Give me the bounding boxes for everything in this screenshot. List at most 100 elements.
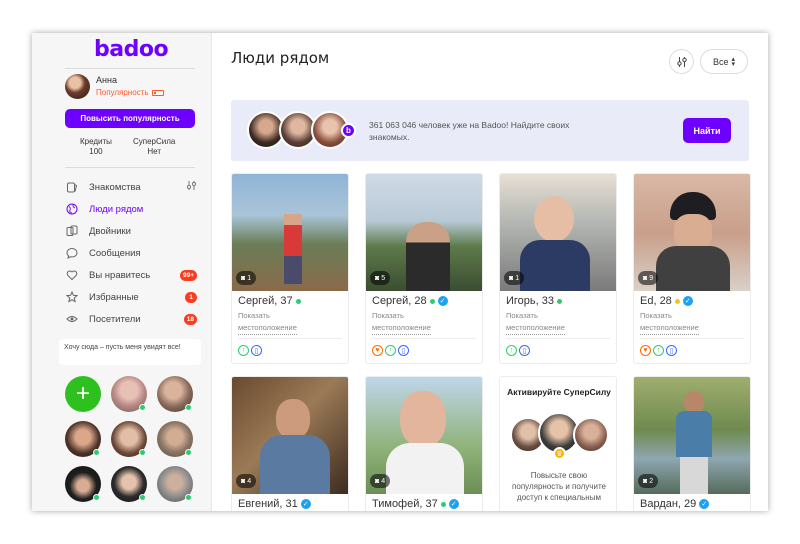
popularity-label: Популярность bbox=[96, 88, 149, 97]
sidebar-item-liked-you[interactable]: Вы нравитесь 99+ bbox=[65, 267, 197, 283]
divider bbox=[65, 68, 195, 69]
filter-sliders-icon bbox=[676, 56, 687, 67]
card-badges: ♥ ↑ ▯ bbox=[372, 345, 409, 356]
photo-count: ◙ 1 bbox=[236, 271, 257, 285]
badoo-logo[interactable]: badoo bbox=[94, 37, 169, 62]
card-name-text: Сергей, 37 bbox=[238, 295, 293, 307]
filter-sliders-icon[interactable] bbox=[186, 180, 197, 194]
location-label: местоположение bbox=[372, 322, 431, 335]
profile-card[interactable]: ◙ 1 Сергей, 37 Показать местоположение ↑ ▯ bbox=[231, 173, 349, 364]
avatar[interactable] bbox=[111, 466, 147, 502]
card-name[interactable]: Игорь, 33 bbox=[506, 295, 562, 307]
card-name[interactable]: Вардан, 29 ✓ bbox=[640, 498, 710, 510]
person-legs bbox=[680, 457, 708, 494]
boost-popularity-button[interactable]: Повысить популярность bbox=[65, 109, 195, 128]
add-myself-button[interactable]: + bbox=[65, 376, 101, 412]
location-label: местоположение bbox=[238, 322, 297, 335]
card-name[interactable]: Евгений, 31 ✓ bbox=[238, 498, 311, 510]
want-here-prompt[interactable]: Хочу сюда – пусть меня увидят все! bbox=[59, 339, 201, 365]
avatar[interactable] bbox=[157, 376, 193, 412]
sidebar-item-lookalikes[interactable]: Двойники bbox=[65, 223, 197, 239]
visitors-count-badge: 18 bbox=[183, 313, 197, 325]
location-label: местоположение bbox=[640, 322, 699, 335]
divider bbox=[640, 338, 744, 339]
filter-button[interactable] bbox=[669, 49, 694, 74]
card-name-text: Тимофей, 37 bbox=[372, 498, 438, 510]
heart-icon bbox=[65, 268, 79, 282]
photo-count: ◙ 4 bbox=[370, 474, 391, 488]
superpower-promo-card[interactable]: Активируйте СуперСилу ♛ Повысьте свою по… bbox=[499, 376, 617, 511]
profile-card[interactable]: ◙ 4 Тимофей, 37 ✓ bbox=[365, 376, 483, 511]
avatar[interactable] bbox=[111, 421, 147, 457]
profile-name[interactable]: Анна bbox=[96, 75, 117, 85]
profile-card[interactable]: ◙ 4 Евгений, 31 ✓ bbox=[231, 376, 349, 511]
card-name-text: Сергей, 28 bbox=[372, 295, 427, 307]
credits-label: Кредиты bbox=[80, 137, 112, 146]
divider bbox=[65, 167, 195, 168]
star-icon bbox=[65, 290, 79, 304]
person-face bbox=[674, 214, 712, 250]
profile-card[interactable]: ◙ 5 Сергей, 28 ✓ Показать местоположение ♥ … bbox=[365, 173, 483, 364]
sidebar-item-messages[interactable]: Сообщения bbox=[65, 245, 197, 261]
arrow-up-icon: ↑ bbox=[385, 345, 396, 356]
double-frame-icon bbox=[65, 224, 79, 238]
avatar[interactable] bbox=[65, 466, 101, 502]
location-link[interactable]: Показать местоположение bbox=[506, 310, 565, 335]
superpower-title: Активируйте СуперСилу bbox=[507, 387, 611, 397]
credits-value: 100 bbox=[89, 147, 103, 156]
location-link[interactable]: Показать местоположение bbox=[238, 310, 297, 335]
card-name[interactable]: Тимофей, 37 ✓ bbox=[372, 498, 459, 510]
filter-select[interactable]: Все ▴ ▾ bbox=[700, 49, 748, 74]
location-label: местоположение bbox=[506, 322, 565, 335]
profile-card[interactable]: ◙ 1 Игорь, 33 Показать местоположение ↑ ▯ bbox=[499, 173, 617, 364]
find-button[interactable]: Найти bbox=[683, 118, 731, 143]
online-indicator bbox=[139, 404, 146, 411]
card-name[interactable]: Сергей, 28 ✓ bbox=[372, 295, 448, 307]
divider bbox=[238, 338, 342, 339]
credits-stat[interactable]: Кредиты 100 bbox=[80, 137, 112, 157]
chat-bubble-icon bbox=[65, 246, 79, 260]
popularity-indicator[interactable]: Популярность bbox=[96, 88, 164, 97]
plus-icon: + bbox=[75, 380, 90, 407]
online-indicator bbox=[139, 494, 146, 501]
person-figure bbox=[284, 214, 302, 284]
sidebar-item-favorites[interactable]: Избранные 1 bbox=[65, 289, 197, 305]
person-face bbox=[534, 196, 574, 242]
superpower-label: СуперСила bbox=[133, 137, 176, 146]
avatar[interactable] bbox=[111, 376, 147, 412]
sidebar-item-encounters[interactable]: Знакомства bbox=[65, 179, 197, 195]
liked-count-badge: 99+ bbox=[179, 269, 197, 281]
profile-card[interactable]: ◙ 9 Ed, 28 ✓ Показать местоположение ♥ ↑ ▯ bbox=[633, 173, 751, 364]
photo-count-value: 4 bbox=[381, 477, 386, 485]
person-body bbox=[386, 443, 464, 494]
show-label: Показать bbox=[506, 311, 538, 320]
card-name-text: Игорь, 33 bbox=[506, 295, 554, 307]
person-body bbox=[656, 246, 730, 291]
avatar[interactable] bbox=[157, 421, 193, 457]
arrow-up-icon: ↑ bbox=[238, 345, 249, 356]
online-indicator bbox=[557, 298, 562, 304]
card-name[interactable]: Ed, 28 ✓ bbox=[640, 295, 693, 307]
avatar[interactable] bbox=[65, 421, 101, 457]
photo-count: ◙ 4 bbox=[236, 474, 257, 488]
location-link[interactable]: Показать местоположение bbox=[372, 310, 431, 335]
avatar[interactable] bbox=[157, 466, 193, 502]
superpower-stat[interactable]: СуперСила Нет bbox=[133, 137, 175, 157]
sidebar-item-visitors[interactable]: Посетители 18 bbox=[65, 311, 197, 327]
location-link[interactable]: Показать местоположение bbox=[640, 310, 699, 335]
camera-icon: ◙ bbox=[509, 274, 514, 282]
card-name[interactable]: Сергей, 37 bbox=[238, 295, 301, 307]
online-indicator bbox=[440, 501, 446, 507]
online-indicator bbox=[295, 298, 301, 304]
profile-card[interactable]: ◙ 2 Вардан, 29 ✓ bbox=[633, 376, 751, 511]
photo-count: ◙ 5 bbox=[370, 271, 391, 285]
invite-banner: b 361 063 046 человек уже на Badoo! Найд… bbox=[231, 100, 749, 161]
sidebar-item-label: Избранные bbox=[89, 291, 139, 303]
photo-count: ◙ 1 bbox=[504, 271, 525, 285]
avatar[interactable] bbox=[65, 74, 90, 99]
person-face bbox=[400, 391, 446, 447]
online-indicator bbox=[93, 494, 100, 501]
person-face bbox=[684, 391, 704, 413]
superpower-value: Нет bbox=[147, 147, 161, 156]
sidebar-item-people-nearby[interactable]: Люди рядом bbox=[65, 201, 197, 217]
